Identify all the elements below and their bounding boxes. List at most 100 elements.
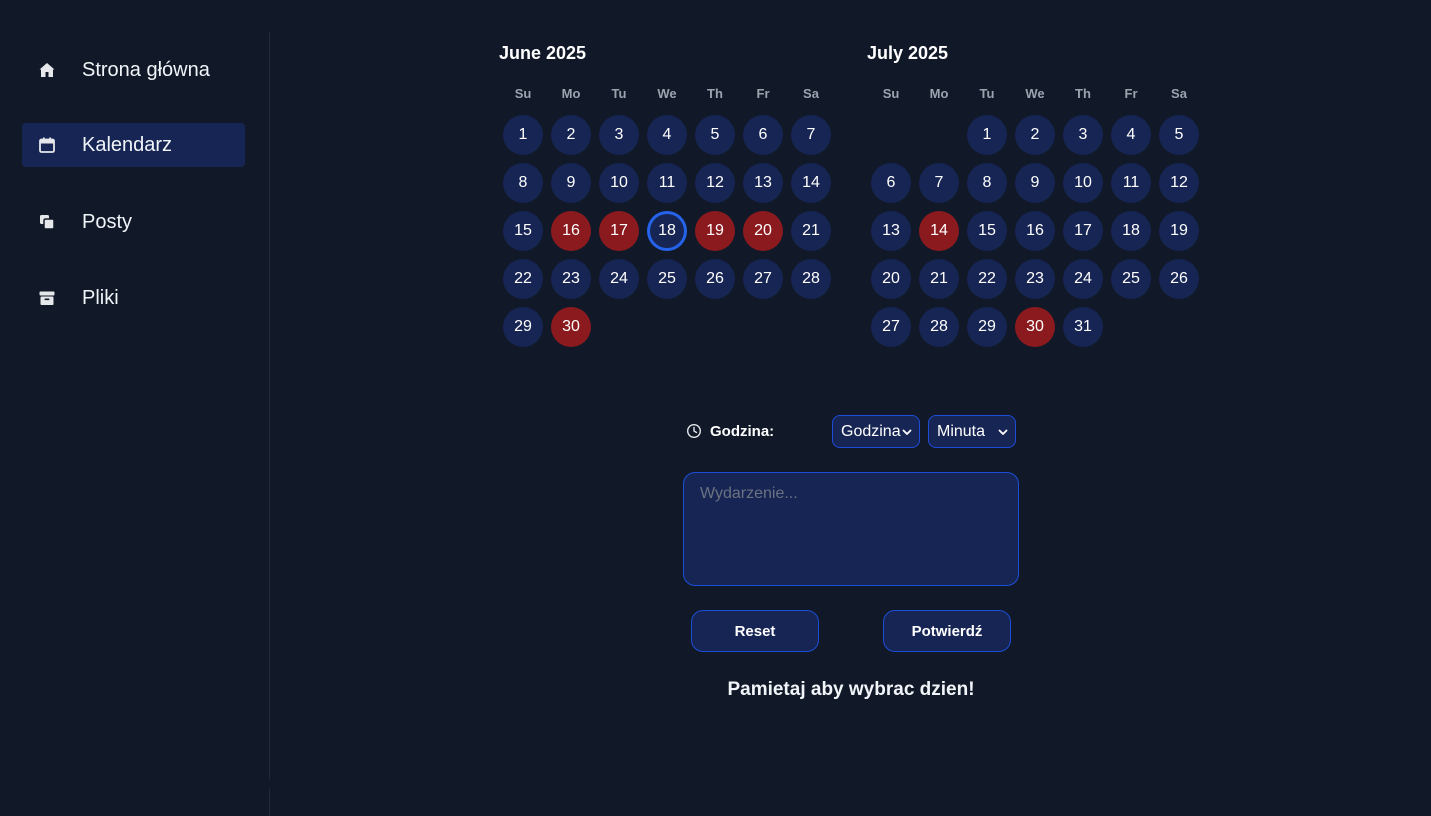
- calendar-day[interactable]: 22: [967, 259, 1007, 299]
- month-title: June 2025: [499, 43, 587, 63]
- calendar-day[interactable]: 5: [1159, 115, 1199, 155]
- calendar-day[interactable]: 31: [1063, 307, 1103, 347]
- calendar-day[interactable]: 30: [551, 307, 591, 347]
- weekday-header: We: [657, 86, 677, 101]
- calendar-day[interactable]: 6: [871, 163, 911, 203]
- calendar-day[interactable]: 27: [871, 307, 911, 347]
- event-input[interactable]: [683, 472, 1019, 586]
- calendar-day[interactable]: 8: [503, 163, 543, 203]
- chevron-down-icon: [901, 425, 913, 437]
- reset-button[interactable]: Reset: [691, 610, 819, 652]
- calendar-day[interactable]: 23: [551, 259, 591, 299]
- calendar-day[interactable]: 19: [695, 211, 735, 251]
- calendar-day[interactable]: 22: [503, 259, 543, 299]
- calendar-day[interactable]: 18: [647, 211, 687, 251]
- sidebar-item-files[interactable]: Pliki: [22, 276, 245, 320]
- calendar-day[interactable]: 7: [919, 163, 959, 203]
- archive-icon: [38, 289, 56, 307]
- sidebar-item-calendar[interactable]: Kalendarz: [22, 123, 245, 167]
- reminder-text: Pamietaj aby wybrac dzien!: [727, 679, 975, 700]
- calendar-day[interactable]: 19: [1159, 211, 1199, 251]
- calendar-day[interactable]: 17: [599, 211, 639, 251]
- calendar-day[interactable]: 15: [967, 211, 1007, 251]
- calendar-day[interactable]: 24: [599, 259, 639, 299]
- calendar-day[interactable]: 20: [871, 259, 911, 299]
- calendar-day[interactable]: 30: [1015, 307, 1055, 347]
- calendar-day[interactable]: 18: [1111, 211, 1151, 251]
- hour-select[interactable]: Godzina: [832, 415, 920, 448]
- weekday-header: Tu: [979, 86, 995, 101]
- calendar-day[interactable]: 9: [1015, 163, 1055, 203]
- home-icon: [38, 61, 56, 79]
- sidebar-divider: [269, 32, 270, 780]
- month-title: July 2025: [867, 43, 949, 63]
- calendar-day[interactable]: 11: [647, 163, 687, 203]
- chevron-down-icon: [997, 425, 1009, 437]
- calendar-day[interactable]: 25: [647, 259, 687, 299]
- calendar-day[interactable]: 25: [1111, 259, 1151, 299]
- sidebar-item-posts[interactable]: Posty: [22, 200, 245, 244]
- sidebar: Strona główna Kalendarz Posty Pliki: [0, 0, 270, 816]
- calendar-day[interactable]: 21: [791, 211, 831, 251]
- calendar-day[interactable]: 14: [791, 163, 831, 203]
- calendar-day[interactable]: 29: [967, 307, 1007, 347]
- calendar-day[interactable]: 26: [1159, 259, 1199, 299]
- clock-icon: [686, 423, 702, 439]
- calendar-day[interactable]: 20: [743, 211, 783, 251]
- calendar-day[interactable]: 14: [919, 211, 959, 251]
- calendar-day[interactable]: 27: [743, 259, 783, 299]
- calendar-day[interactable]: 1: [967, 115, 1007, 155]
- calendar-day[interactable]: 10: [1063, 163, 1103, 203]
- weekday-header: Su: [514, 86, 532, 101]
- calendar-day[interactable]: 28: [919, 307, 959, 347]
- calendar-day[interactable]: 2: [551, 115, 591, 155]
- calendar-day[interactable]: 3: [599, 115, 639, 155]
- calendar-day[interactable]: 17: [1063, 211, 1103, 251]
- sidebar-divider: [269, 788, 270, 816]
- weekday-header: Fr: [756, 86, 770, 101]
- calendar-day[interactable]: 11: [1111, 163, 1151, 203]
- calendar-day[interactable]: 7: [791, 115, 831, 155]
- calendar-day[interactable]: 12: [695, 163, 735, 203]
- calendar-day[interactable]: 1: [503, 115, 543, 155]
- calendar-day[interactable]: 24: [1063, 259, 1103, 299]
- sidebar-item-home[interactable]: Strona główna: [22, 48, 245, 92]
- minute-select[interactable]: Minuta: [928, 415, 1016, 448]
- sidebar-item-label: Kalendarz: [82, 133, 173, 156]
- calendar-day[interactable]: 10: [599, 163, 639, 203]
- calendar-day[interactable]: 28: [791, 259, 831, 299]
- calendar-day[interactable]: 4: [1111, 115, 1151, 155]
- calendar-day[interactable]: 13: [871, 211, 911, 251]
- sidebar-item-label: Pliki: [82, 286, 119, 309]
- calendar-day[interactable]: 26: [695, 259, 735, 299]
- sidebar-item-label: Strona główna: [82, 58, 210, 81]
- calendar-icon: [38, 136, 56, 154]
- weekday-header: Mo: [929, 86, 949, 101]
- calendar-day[interactable]: 3: [1063, 115, 1103, 155]
- weekday-header: Fr: [1124, 86, 1138, 101]
- calendar-day[interactable]: 23: [1015, 259, 1055, 299]
- calendar-day[interactable]: 21: [919, 259, 959, 299]
- minute-select-value: Minuta: [937, 422, 986, 440]
- weekday-header: Su: [882, 86, 900, 101]
- calendar-day[interactable]: 13: [743, 163, 783, 203]
- calendar-day[interactable]: 5: [695, 115, 735, 155]
- confirm-button[interactable]: Potwierdź: [883, 610, 1011, 652]
- calendar-day[interactable]: 8: [967, 163, 1007, 203]
- calendar-day[interactable]: 16: [1015, 211, 1055, 251]
- calendar-day[interactable]: 9: [551, 163, 591, 203]
- calendar-day[interactable]: 6: [743, 115, 783, 155]
- weekday-header: Th: [1075, 86, 1091, 101]
- calendar-day[interactable]: 12: [1159, 163, 1199, 203]
- weekday-header: We: [1025, 86, 1045, 101]
- calendar-day[interactable]: 15: [503, 211, 543, 251]
- hour-select-value: Godzina: [841, 422, 901, 440]
- weekday-header: Sa: [803, 86, 819, 101]
- calendar-day[interactable]: 4: [647, 115, 687, 155]
- weekday-header: Sa: [1171, 86, 1187, 101]
- copy-icon: [38, 213, 56, 231]
- calendar-day[interactable]: 16: [551, 211, 591, 251]
- calendar-day[interactable]: 2: [1015, 115, 1055, 155]
- calendar-day[interactable]: 29: [503, 307, 543, 347]
- weekday-header: Mo: [561, 86, 581, 101]
